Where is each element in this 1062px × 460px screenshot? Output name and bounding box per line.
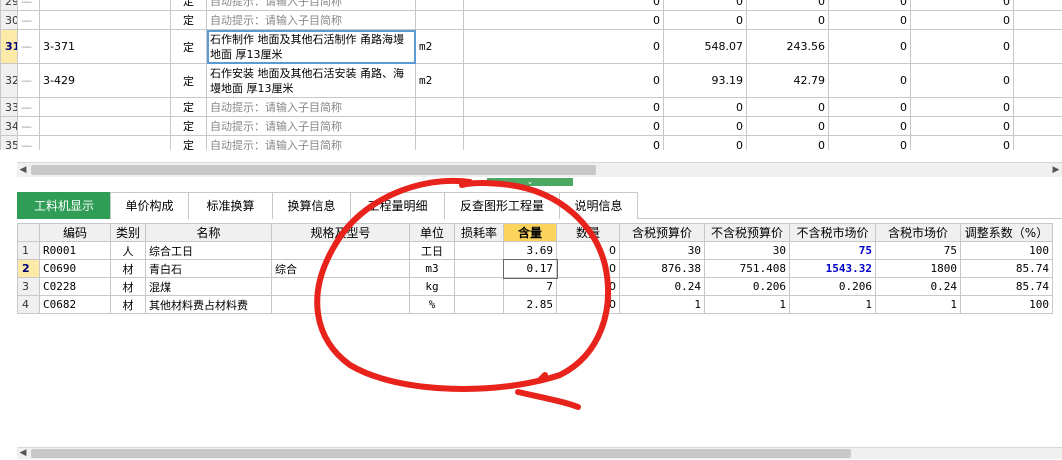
red-circle-annotation (0, 0, 1062, 458)
